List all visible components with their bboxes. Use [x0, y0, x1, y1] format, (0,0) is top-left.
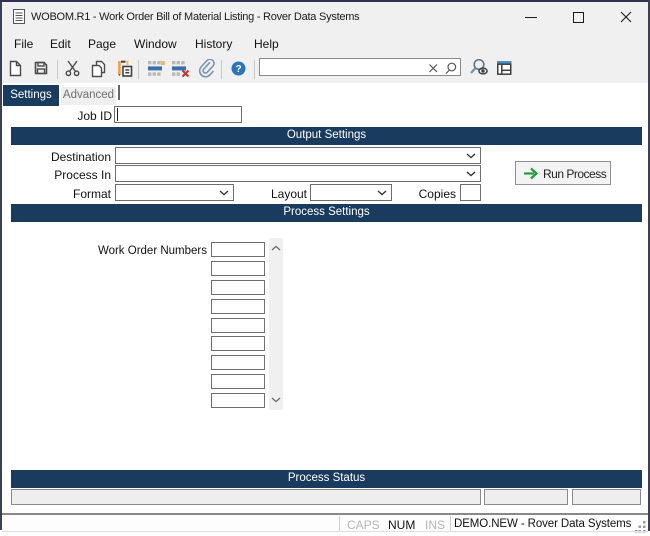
- svg-text:?: ?: [235, 64, 241, 75]
